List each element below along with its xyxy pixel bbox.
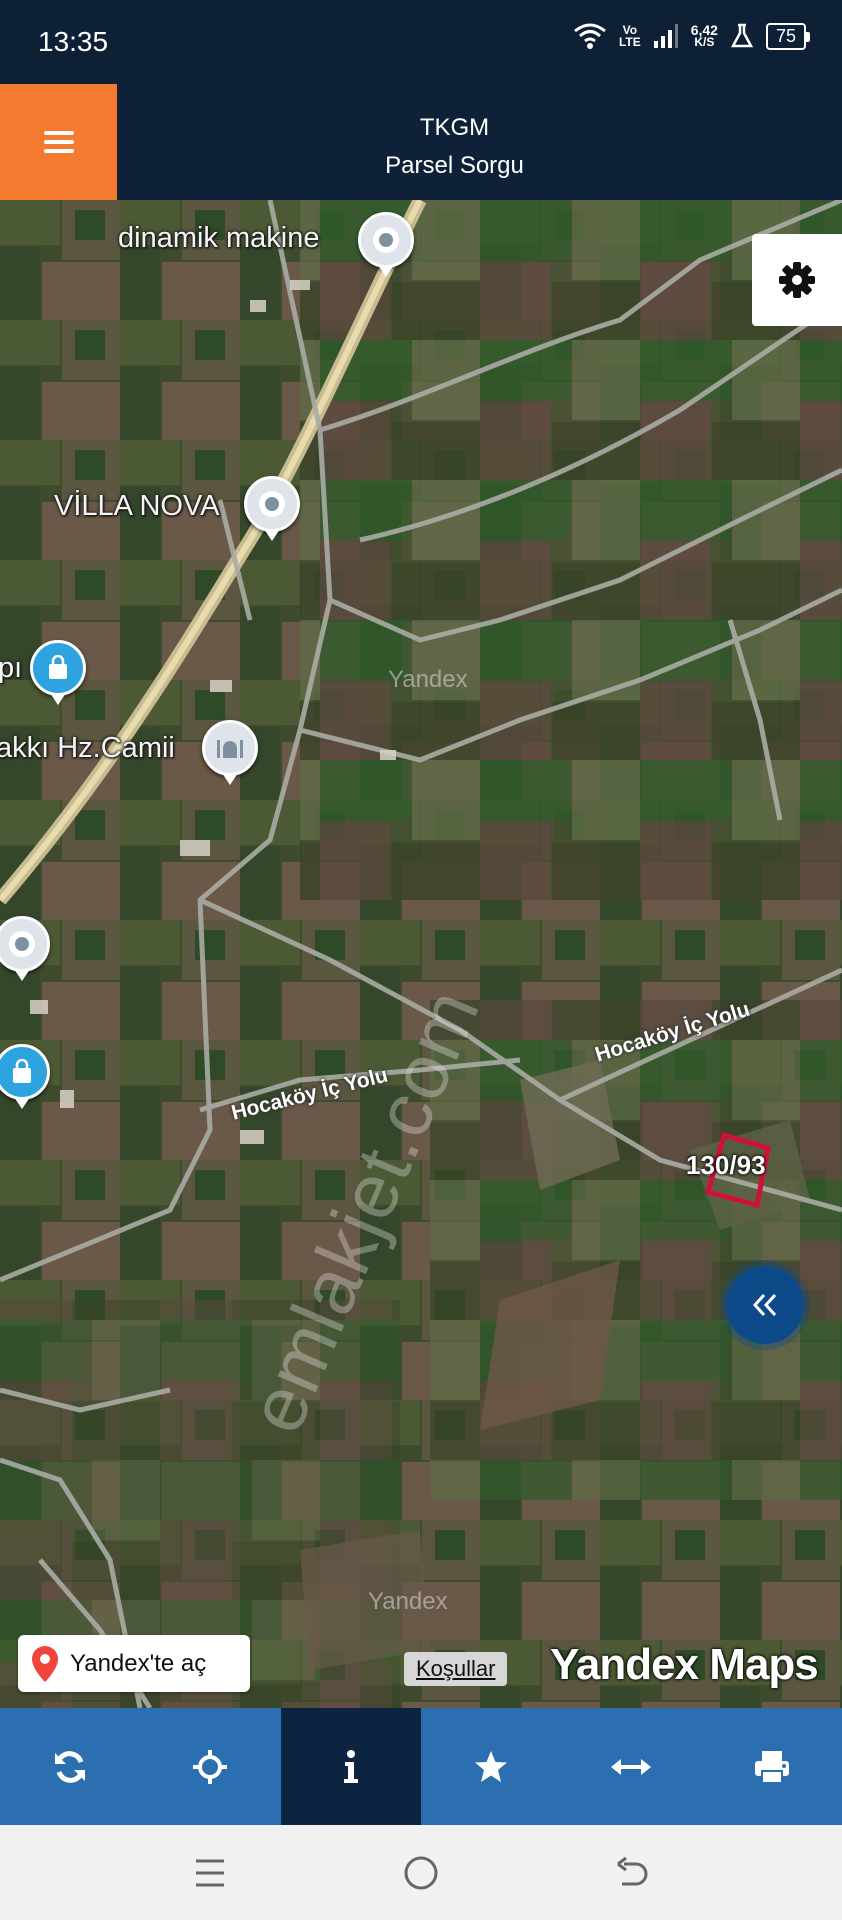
info-icon: [343, 1749, 358, 1783]
system-navigation-bar: [0, 1825, 842, 1920]
flask-icon: [730, 23, 754, 48]
poi-label[interactable]: dinamik makine: [118, 222, 319, 255]
home-button[interactable]: [399, 1851, 443, 1895]
measure-arrows-icon: [611, 1758, 652, 1775]
battery-indicator: 75: [765, 22, 811, 50]
refresh-icon: [55, 1750, 86, 1783]
settings-button[interactable]: [752, 234, 842, 326]
locate-button[interactable]: [140, 1708, 280, 1825]
back-arrow-icon: [617, 1856, 648, 1886]
poi-label[interactable]: pı: [0, 652, 22, 685]
yandex-watermark: Yandex: [368, 1588, 448, 1615]
shopping-bag-pin-icon[interactable]: [30, 640, 86, 705]
app-subtitle: Parsel Sorgu: [385, 152, 524, 179]
app-title: TKGM: [419, 114, 490, 141]
network-speed: 6,42 K/S: [690, 22, 718, 49]
print-icon: [754, 1750, 789, 1784]
network-type: Vo LTE: [618, 23, 641, 49]
status-time: 13:35: [38, 26, 109, 57]
satellite-imagery: [0, 200, 842, 1708]
map-pin-icon: [32, 1645, 58, 1682]
info-button[interactable]: [280, 1708, 421, 1825]
header-titles: TKGM Parsel Sorgu: [117, 84, 842, 200]
location-pin-icon[interactable]: [244, 476, 300, 541]
yandex-watermark: Yandex: [388, 666, 468, 693]
favorite-button[interactable]: [421, 1708, 561, 1825]
collapse-panel-button[interactable]: [726, 1266, 804, 1344]
locate-crosshair-icon: [193, 1749, 228, 1784]
location-pin-icon[interactable]: [358, 212, 414, 277]
back-button[interactable]: [610, 1851, 654, 1895]
home-circle-icon: [404, 1856, 438, 1890]
hamburger-icon: [43, 126, 74, 158]
satellite-map[interactable]: emlakjet.com Yandex Yandex dinamik makin…: [0, 200, 842, 1708]
star-icon: [475, 1750, 508, 1782]
app-header: TKGM Parsel Sorgu: [0, 84, 842, 200]
status-bar: 13:35 Vo LTE 6,42 K/S 75: [0, 0, 842, 84]
refresh-button[interactable]: [0, 1708, 140, 1825]
open-in-yandex-label: Yandex'te aç: [70, 1649, 207, 1677]
recent-apps-icon: [196, 1859, 224, 1887]
mosque-pin-icon[interactable]: [202, 720, 258, 785]
bottom-toolbar: [0, 1708, 842, 1825]
menu-button[interactable]: [0, 84, 117, 200]
poi-label[interactable]: VİLLA NOVA: [54, 490, 220, 523]
measure-button[interactable]: [561, 1708, 701, 1825]
terms-link[interactable]: Koşullar: [404, 1652, 508, 1686]
parcel-label[interactable]: 130/93: [686, 1150, 766, 1181]
open-in-yandex-button[interactable]: Yandex'te aç: [18, 1635, 250, 1692]
print-button[interactable]: [702, 1708, 842, 1825]
poi-label[interactable]: akkı Hz.Camii: [0, 732, 175, 765]
signal-icon: [653, 24, 678, 48]
gear-icon: [779, 262, 815, 298]
recent-apps-button[interactable]: [188, 1851, 232, 1895]
yandex-maps-logo: Yandex Maps: [550, 1640, 819, 1689]
status-icons: Vo LTE 6,42 K/S 75: [573, 22, 811, 50]
double-chevron-left-icon: [752, 1293, 777, 1317]
wifi-icon: [574, 23, 606, 49]
